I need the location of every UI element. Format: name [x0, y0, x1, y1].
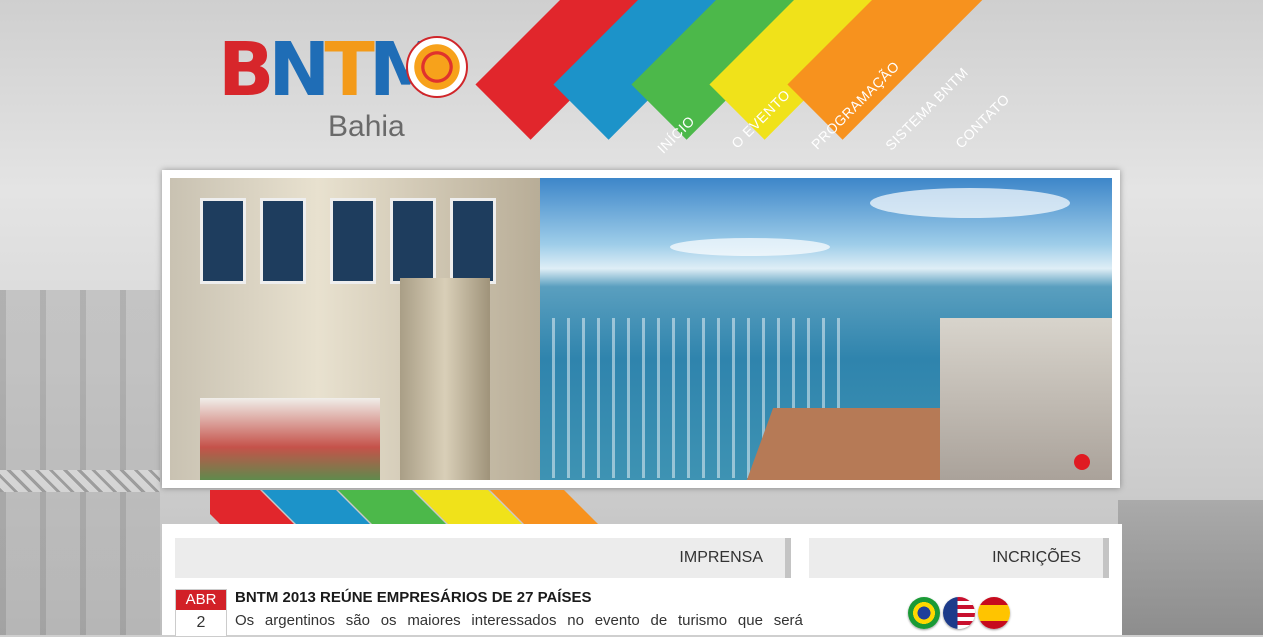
tower-window — [200, 198, 246, 284]
background-building-left — [0, 290, 160, 635]
brazil-flag-icon[interactable] — [908, 597, 940, 629]
decorative-stripes — [210, 490, 630, 526]
slider-image-salvador-harbor — [170, 178, 1112, 480]
spain-flag-icon[interactable] — [978, 597, 1010, 629]
logo-letter-n: N — [268, 27, 330, 113]
news-date-month: ABR — [176, 590, 226, 610]
inscricoes-header: INCRIÇÕES — [809, 538, 1109, 578]
cloud — [870, 188, 1070, 218]
imprensa-title: IMPRENSA — [679, 549, 763, 566]
imprensa-header: IMPRENSA — [175, 538, 791, 578]
inscricoes-title: INCRIÇÕES — [992, 549, 1081, 566]
main-nav: INÍCIO O EVENTO PROGRAMAÇÃO SISTEMA BNTM… — [475, 0, 1180, 190]
bntm-logo[interactable]: BNTM Bahia — [218, 30, 468, 148]
spiral-seal-icon — [406, 36, 468, 98]
news-title-link[interactable]: BNTM 2013 REÚNE EMPRESÁRIOS DE 27 PAÍSES — [235, 589, 591, 606]
logo-letter-t: T — [324, 27, 375, 113]
news-date: ABR 2 — [175, 589, 227, 637]
tower-column — [400, 278, 490, 480]
background-building-right — [1118, 500, 1263, 635]
tower-window — [330, 198, 376, 284]
nav-item-contato[interactable]: CONTATO — [952, 91, 1013, 152]
usa-flag-icon[interactable] — [943, 597, 975, 629]
news-date-day: 2 — [196, 614, 206, 631]
background-railing — [0, 470, 160, 492]
logo-subtitle: Bahia — [328, 110, 405, 143]
cloud — [670, 238, 830, 256]
tower-window — [260, 198, 306, 284]
news-excerpt: Os argentinos são os maiores interessado… — [235, 612, 803, 629]
slider-dot-active[interactable] — [1074, 454, 1090, 470]
tower-window — [390, 198, 436, 284]
logo-letters: BNTM — [218, 27, 442, 113]
hero-slider[interactable] — [162, 170, 1120, 488]
lower-town — [200, 398, 380, 480]
tower-window — [450, 198, 496, 284]
logo-letter-b: B — [218, 27, 274, 113]
